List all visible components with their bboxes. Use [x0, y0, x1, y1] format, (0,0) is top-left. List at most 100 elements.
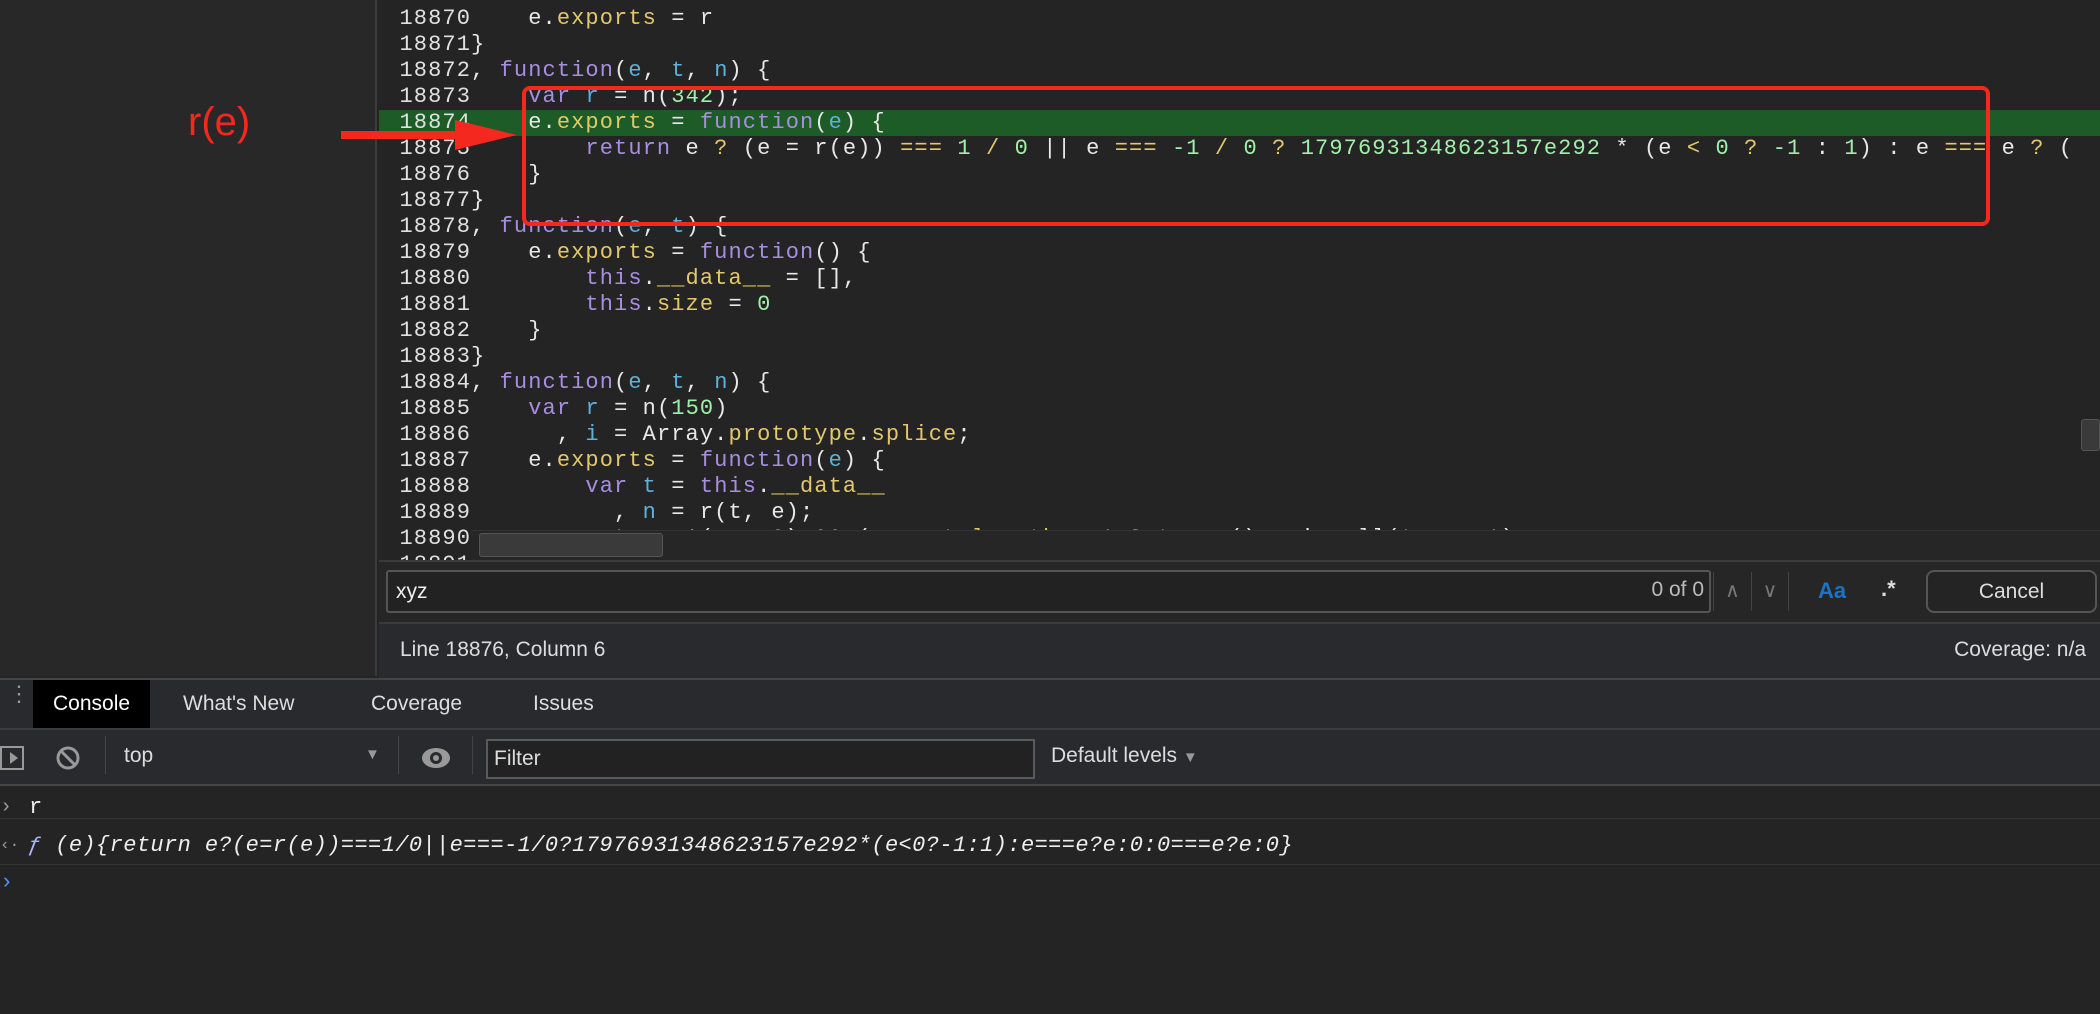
log-levels-dropdown[interactable]: Default levels ▼ — [1051, 744, 1198, 768]
code-token: 0 — [757, 292, 772, 317]
sidebar-toggle-icon[interactable] — [0, 745, 26, 773]
chevron-up-icon[interactable]: ∧ — [1713, 572, 1751, 611]
tab-issues[interactable]: Issues — [513, 680, 614, 728]
line-number[interactable]: 18879 — [379, 240, 471, 266]
line-number[interactable]: 18870 — [379, 6, 471, 32]
tab-console[interactable]: Console — [33, 680, 151, 728]
code-token: . — [857, 422, 872, 447]
line-number[interactable]: 18876 — [379, 162, 471, 188]
code-token: ) { — [842, 448, 886, 473]
code-line[interactable]: 18871} — [379, 32, 2100, 58]
drawer-tab-bar — [0, 678, 2100, 730]
code-line[interactable]: 18886 , i = Array.prototype.splice; — [379, 422, 2100, 448]
clear-console-icon[interactable] — [54, 744, 82, 772]
code-token: var — [528, 396, 572, 421]
code-line[interactable]: 18884, function(e, t, n) { — [379, 370, 2100, 396]
line-number[interactable]: 18881 — [379, 292, 471, 318]
context-selector[interactable]: top — [124, 744, 153, 768]
console-toolbar — [0, 730, 2100, 786]
code-token: = r(t, e); — [656, 500, 815, 525]
more-options-icon[interactable]: ⋮ — [8, 683, 30, 705]
code-token: ) — [714, 396, 729, 421]
tab-coverage[interactable]: Coverage — [351, 680, 482, 728]
code-editor[interactable]: 18870 e.exports = r 18871} 18872, function… — [379, 0, 2100, 560]
code-token: e. — [471, 240, 557, 265]
code-token: = — [656, 240, 700, 265]
code-line[interactable]: 18880 this.__data__ = [], — [379, 266, 2100, 292]
code-line[interactable]: 18882 } — [379, 318, 2100, 344]
code-line[interactable]: 18883} — [379, 344, 2100, 370]
tab-whats-new[interactable]: What's New — [163, 680, 314, 728]
code-line[interactable]: 18881 this.size = 0 — [379, 292, 2100, 318]
code-token: , — [471, 500, 643, 525]
code-line[interactable]: 18885 var r = n(150) — [379, 396, 2100, 422]
code-token: } — [471, 188, 486, 213]
dropdown-arrow-icon[interactable]: ▼ — [365, 746, 380, 763]
code-token: ) { — [728, 370, 772, 395]
horizontal-scrollbar[interactable] — [471, 530, 2100, 560]
code-line[interactable]: 18870 e.exports = r — [379, 6, 2100, 32]
code-token: , — [642, 370, 672, 395]
code-token: , — [471, 58, 500, 83]
code-token: e. — [471, 448, 557, 473]
match-case-button[interactable]: Aa — [1818, 578, 1846, 604]
code-token: , — [642, 58, 672, 83]
console-input-entry: r — [29, 795, 43, 820]
code-token: e — [1987, 136, 2031, 161]
code-token: , — [471, 370, 500, 395]
chevron-down-icon[interactable]: ∨ — [1751, 572, 1789, 611]
regex-button[interactable]: .* — [1881, 576, 1896, 602]
line-number[interactable]: 18885 — [379, 396, 471, 422]
line-number[interactable]: 18872 — [379, 58, 471, 84]
code-line[interactable]: 18889 , n = r(t, e); — [379, 500, 2100, 526]
horizontal-scrollbar-thumb[interactable] — [479, 533, 663, 557]
code-token: exports — [556, 448, 657, 473]
code-token: exports — [556, 6, 657, 31]
input-chevron-icon: › — [0, 796, 13, 819]
code-token: i — [585, 422, 600, 447]
line-number[interactable]: 18873 — [379, 84, 471, 110]
code-line[interactable]: 18888 var t = this.__data__ — [379, 474, 2100, 500]
line-number[interactable]: 18884 — [379, 370, 471, 396]
code-token: , — [471, 422, 586, 447]
code-line[interactable]: 18879 e.exports = function() { — [379, 240, 2100, 266]
coverage-status[interactable]: Coverage: n/a — [1954, 638, 2086, 662]
line-number[interactable]: 18888 — [379, 474, 471, 500]
line-number[interactable]: 18878 — [379, 214, 471, 240]
code-line[interactable]: 18887 e.exports = function(e) { — [379, 448, 2100, 474]
line-number[interactable]: 18871 — [379, 32, 471, 58]
annotation-arrow-icon — [341, 120, 517, 150]
code-token: 150 — [671, 396, 715, 421]
cancel-button[interactable]: Cancel — [1926, 570, 2097, 613]
line-number[interactable]: 18889 — [379, 500, 471, 526]
annotation-label: r(e) — [188, 100, 251, 144]
code-token: __data__ — [656, 266, 772, 291]
code-line[interactable]: 18872, function(e, t, n) { — [379, 58, 2100, 84]
vertical-scrollbar-thumb[interactable] — [2081, 419, 2100, 451]
code-token: = Array. — [599, 422, 729, 447]
log-levels-label: Default levels — [1051, 744, 1178, 767]
line-number[interactable]: 18890 — [379, 526, 471, 552]
code-token: size — [656, 292, 715, 317]
code-token: this — [585, 292, 643, 317]
dropdown-arrow-icon: ▼ — [1182, 749, 1198, 766]
code-token: splice — [871, 422, 958, 447]
line-number[interactable]: 18887 — [379, 448, 471, 474]
line-number[interactable]: 18880 — [379, 266, 471, 292]
code-token: . — [642, 266, 657, 291]
search-input[interactable]: xyz — [386, 570, 1711, 613]
filter-input[interactable]: Filter — [486, 739, 1035, 779]
console-output[interactable] — [0, 788, 2100, 1014]
line-number[interactable]: 18883 — [379, 344, 471, 370]
eye-icon[interactable] — [420, 746, 452, 770]
code-token: e — [628, 58, 643, 83]
line-number[interactable]: 18882 — [379, 318, 471, 344]
divider — [105, 736, 106, 774]
console-prompt-icon[interactable]: › — [0, 870, 13, 895]
line-number[interactable]: 18877 — [379, 188, 471, 214]
line-number[interactable]: 18891 — [379, 552, 471, 560]
line-number[interactable]: 18886 — [379, 422, 471, 448]
code-token: n — [642, 500, 657, 525]
